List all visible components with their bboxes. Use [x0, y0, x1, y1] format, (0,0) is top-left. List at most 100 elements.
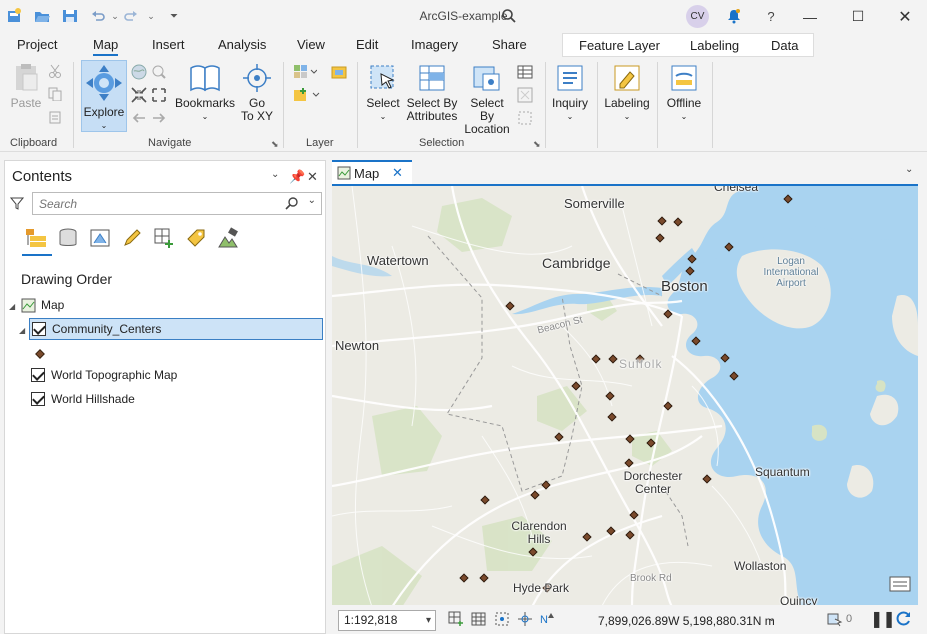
full-extent-icon[interactable]: [131, 64, 147, 83]
select-by-attributes-icon: [419, 65, 445, 91]
new-project-icon[interactable]: [5, 7, 23, 25]
tree-map-node[interactable]: Map: [21, 294, 64, 316]
undo-icon[interactable]: [89, 7, 107, 25]
tab-view[interactable]: View: [297, 37, 325, 52]
redo-icon[interactable]: [122, 7, 140, 25]
open-project-icon[interactable]: [33, 7, 51, 25]
copy-path-icon[interactable]: [48, 110, 62, 127]
pin-pane-icon[interactable]: 📌: [289, 169, 305, 185]
select-by-attributes-button[interactable]: Select By Attributes: [404, 62, 460, 123]
cut-icon[interactable]: [48, 64, 62, 81]
list-by-labeling-icon[interactable]: [183, 225, 209, 251]
clear-selection-icon[interactable]: [517, 110, 533, 129]
copy-icon[interactable]: [48, 87, 62, 104]
fixed-zoom-out-icon[interactable]: [151, 87, 167, 106]
tab-imagery[interactable]: Imagery: [411, 37, 458, 52]
tab-insert[interactable]: Insert: [152, 37, 185, 52]
tab-feature-layer[interactable]: Feature Layer: [579, 38, 660, 53]
north-arrow-toggle-icon[interactable]: N: [539, 611, 555, 630]
layer-visibility-checkbox[interactable]: [31, 368, 45, 382]
list-by-selection-icon[interactable]: [87, 225, 113, 251]
close-pane-icon[interactable]: ✕: [307, 169, 318, 185]
map-scale-dropdown[interactable]: 1:192,818: [338, 610, 436, 631]
list-by-snapping-icon[interactable]: [151, 225, 177, 251]
fixed-zoom-in-icon[interactable]: [131, 87, 147, 106]
grid-toggle-icon[interactable]: [448, 611, 464, 630]
attribute-table-icon[interactable]: [517, 64, 533, 83]
tab-edit[interactable]: Edit: [356, 37, 378, 52]
list-by-perspective-imagery-icon[interactable]: [215, 225, 241, 251]
ribbon-separator: [597, 62, 598, 148]
snapping-icon[interactable]: [494, 611, 510, 630]
basemap-icon[interactable]: [293, 64, 318, 83]
map-overlay-toggle-icon[interactable]: [888, 574, 912, 594]
maximize-button[interactable]: ☐: [838, 0, 878, 33]
view-options-chevron-icon[interactable]: ⌄: [905, 164, 913, 175]
coordinate-units-chevron-icon[interactable]: ⌄: [768, 613, 776, 624]
map-label-chelsea: Chelsea: [714, 184, 759, 194]
explore-icon: [86, 65, 122, 101]
add-data-icon[interactable]: [293, 87, 321, 106]
previous-extent-zoom-icon[interactable]: [151, 64, 167, 83]
contents-search-box[interactable]: ⌄: [32, 192, 322, 215]
inquiry-button[interactable]: Inquiry ⌄: [550, 62, 590, 123]
map-label-suffolk: Suffolk: [619, 357, 663, 371]
customize-toolbar-icon[interactable]: ⏷: [165, 7, 183, 25]
tab-project[interactable]: Project: [17, 37, 57, 52]
redo-dropdown-icon[interactable]: ⌄: [142, 7, 160, 25]
map-label-watertown: Watertown: [367, 253, 429, 268]
collapse-layer-icon[interactable]: ◢: [19, 326, 25, 335]
collapse-map-icon[interactable]: ◢: [9, 302, 15, 311]
layer-visibility-checkbox[interactable]: [31, 392, 45, 406]
filter-icon[interactable]: [9, 196, 25, 213]
pause-drawing-icon[interactable]: ❚❚: [870, 609, 896, 629]
contents-search-input[interactable]: [39, 196, 279, 212]
close-map-tab-icon[interactable]: ✕: [392, 165, 403, 181]
tree-layer-world-hillshade[interactable]: World Hillshade: [31, 388, 135, 410]
search-options-chevron-icon[interactable]: ⌄: [308, 195, 316, 206]
tree-layer-community-centers[interactable]: Community_Centers: [29, 318, 323, 340]
list-by-source-icon[interactable]: [55, 225, 81, 251]
close-window-button[interactable]: ✕: [885, 0, 925, 33]
select-button[interactable]: Select ⌄: [364, 62, 402, 123]
tab-analysis[interactable]: Analysis: [218, 37, 266, 52]
bookmarks-button[interactable]: Bookmarks ⌄: [175, 62, 235, 123]
clipboard-group-label: Clipboard: [10, 137, 58, 149]
ribbon-separator: [545, 62, 546, 148]
save-project-icon[interactable]: [61, 7, 79, 25]
notifications-bell-icon[interactable]: [725, 7, 743, 25]
user-avatar[interactable]: CV: [686, 5, 709, 28]
back-extent-icon[interactable]: [131, 110, 147, 129]
search-icon[interactable]: [285, 196, 299, 213]
tree-layer-world-topographic-map[interactable]: World Topographic Map: [31, 364, 177, 386]
tab-share[interactable]: Share: [492, 37, 527, 52]
list-by-drawing-order-icon[interactable]: [23, 225, 49, 251]
constraints-icon[interactable]: [517, 611, 533, 630]
table-grid-icon[interactable]: [471, 611, 487, 630]
map-canvas[interactable]: Chelsea Somerville Watertown Cambridge B…: [332, 184, 918, 605]
command-search-icon[interactable]: [500, 7, 518, 25]
help-icon[interactable]: ?: [762, 7, 780, 25]
offline-button[interactable]: Offline ⌄: [663, 62, 705, 123]
layer-visibility-checkbox[interactable]: [32, 322, 46, 336]
select-by-location-button[interactable]: Select By Location: [462, 62, 512, 136]
go-to-xy-button[interactable]: Go To XY: [238, 62, 276, 123]
tab-data[interactable]: Data: [771, 38, 798, 53]
refresh-icon[interactable]: [895, 609, 913, 630]
explore-button[interactable]: Explore ⌄: [81, 60, 127, 132]
labeling-button[interactable]: Labeling ⌄: [603, 62, 651, 123]
navigate-launcher-icon[interactable]: ⬊: [271, 139, 279, 150]
minimize-button[interactable]: —: [790, 0, 830, 33]
map-view-tab[interactable]: Map ✕: [332, 160, 412, 184]
selection-launcher-icon[interactable]: ⬊: [533, 139, 541, 150]
forward-extent-icon[interactable]: [151, 110, 167, 129]
add-preset-icon[interactable]: [331, 64, 347, 83]
tab-map[interactable]: Map: [93, 37, 119, 56]
list-by-editing-icon[interactable]: [119, 225, 145, 251]
pane-options-chevron-icon[interactable]: ⌄: [271, 169, 279, 180]
community-centers-symbol-icon[interactable]: [35, 348, 45, 362]
paste-button[interactable]: Paste: [8, 62, 44, 110]
tab-labeling[interactable]: Labeling: [690, 38, 739, 53]
zoom-to-selection-icon[interactable]: [517, 87, 533, 106]
selected-features-icon[interactable]: [827, 611, 843, 630]
